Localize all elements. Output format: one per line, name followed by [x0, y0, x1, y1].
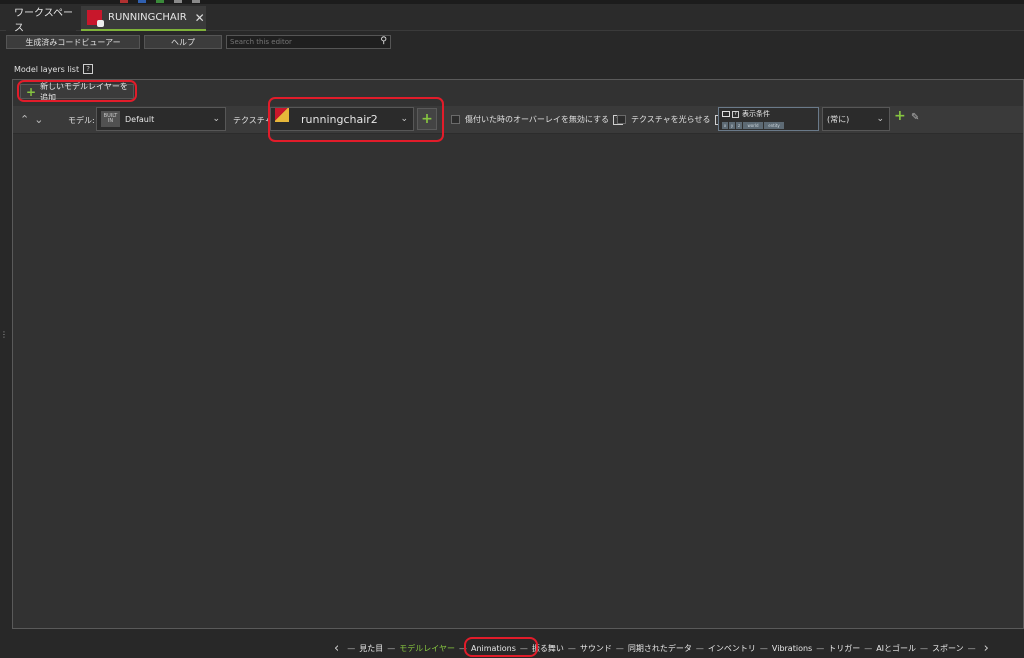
nav-separator: —	[759, 643, 768, 653]
condition-select[interactable]: (常に) ⌄	[822, 107, 890, 131]
nav-item[interactable]: 同期されたデータ	[628, 643, 692, 654]
condition-chip: world	[743, 122, 763, 129]
window-icon	[156, 0, 164, 3]
tab-bar: ワークスペース RUNNINGCHAIR ✕	[0, 4, 1024, 34]
model-layer-row: ⌃⌄ モデル: BUILT IN Default ⌄ テクスチャ: runnin…	[13, 106, 1023, 134]
nav-separator: —	[816, 643, 825, 653]
chevron-down-icon: ⌄	[876, 114, 884, 124]
pencil-icon[interactable]: ✎	[911, 112, 919, 123]
nav-separator: —	[347, 643, 356, 653]
nav-separator: —	[920, 643, 929, 653]
editor-toolbar: 生成済みコードビューアー ヘルプ ⚲	[0, 32, 1024, 52]
disable-overlay-label: 傷付いた時のオーバーレイを無効にする	[465, 115, 609, 124]
model-select[interactable]: BUILT IN Default ⌄	[96, 107, 226, 131]
mod-element-icon	[87, 10, 104, 27]
search-input[interactable]	[227, 36, 367, 48]
nav-item[interactable]: 見た目	[359, 643, 383, 654]
tab-mod-label: RUNNINGCHAIR	[108, 12, 187, 23]
section-title-text: Model layers list	[14, 64, 80, 74]
model-select-value: Default	[125, 114, 155, 124]
nav-separator: —	[567, 643, 576, 653]
nav-separator: —	[695, 643, 704, 653]
nav-separator: —	[615, 643, 624, 653]
condition-chips: x y z world entity	[722, 122, 784, 129]
move-up-icon[interactable]: ⌃	[20, 113, 34, 126]
drag-handle-icon[interactable]: ⋮	[0, 330, 8, 340]
add-condition-button[interactable]: +	[894, 108, 910, 124]
section-title: Model layers list ?	[14, 64, 94, 74]
display-condition-title: ? 表示条件	[722, 109, 770, 119]
display-condition-label: 表示条件	[742, 110, 770, 118]
window-icon	[192, 0, 200, 3]
search-box: ⚲	[226, 35, 391, 49]
close-icon[interactable]: ✕	[195, 11, 205, 25]
search-icon[interactable]: ⚲	[380, 36, 387, 46]
condition-chip: x	[722, 122, 728, 129]
nav-separator: —	[967, 643, 976, 653]
move-layer-arrows: ⌃⌄	[20, 113, 48, 126]
nav-separator: —	[387, 643, 396, 653]
condition-select-value: (常に)	[827, 114, 850, 124]
model-label: モデル:	[68, 116, 95, 125]
condition-chip: entity	[764, 122, 784, 129]
chevron-down-icon: ⌄	[212, 114, 220, 124]
model-layers-panel	[12, 79, 1024, 629]
nav-item[interactable]: Vibrations	[772, 644, 812, 653]
nav-item[interactable]: サウンド	[580, 643, 612, 654]
chevron-left-icon[interactable]: ‹	[334, 641, 339, 656]
nav-item[interactable]: スポーン	[932, 643, 964, 654]
plus-icon: +	[894, 108, 906, 124]
checkbox-box[interactable]	[451, 115, 460, 124]
condition-chip: z	[736, 122, 742, 129]
glow-texture-checkbox[interactable]: テクスチャを光らせる ?	[617, 114, 725, 125]
highlight-ring	[464, 637, 538, 657]
nav-item[interactable]: トリガー	[828, 643, 860, 654]
disable-overlay-checkbox[interactable]: 傷付いた時のオーバーレイを無効にする ?	[451, 114, 623, 125]
monitor-icon	[722, 111, 730, 117]
nav-item[interactable]: インベントリ	[708, 643, 756, 654]
glow-texture-label: テクスチャを光らせる	[631, 115, 711, 124]
nav-separator: —	[864, 643, 873, 653]
window-icon	[174, 0, 182, 3]
help-button[interactable]: ヘルプ	[144, 35, 222, 49]
checkbox-box[interactable]	[617, 115, 626, 124]
help-icon[interactable]: ?	[83, 64, 94, 74]
nav-item[interactable]: AIとゴール	[876, 643, 916, 654]
page-navigation: ‹ — 見た目 — モデルレイヤー — Animations — 振る舞い — …	[330, 640, 1024, 656]
chevron-right-icon[interactable]: ›	[984, 641, 989, 656]
nav-item-active[interactable]: モデルレイヤー	[399, 643, 455, 654]
highlight-ring	[17, 80, 137, 102]
display-condition: ? 表示条件 x y z world entity (常に) ⌄ + ✎	[718, 107, 1024, 131]
display-condition-box[interactable]: ? 表示条件 x y z world entity	[718, 107, 819, 131]
highlight-ring	[268, 97, 444, 142]
builtin-badge: BUILT IN	[101, 111, 120, 127]
tab-mod-element[interactable]: RUNNINGCHAIR ✕	[81, 6, 206, 31]
condition-chip: y	[729, 122, 735, 129]
window-icon	[120, 0, 128, 3]
tab-workspace-label: ワークスペース	[14, 7, 73, 34]
tab-workspace[interactable]: ワークスペース	[6, 6, 76, 34]
help-icon[interactable]: ?	[732, 110, 739, 118]
move-down-icon[interactable]: ⌄	[34, 113, 48, 126]
code-viewer-button[interactable]: 生成済みコードビューアー	[6, 35, 140, 49]
window-icon	[138, 0, 146, 3]
